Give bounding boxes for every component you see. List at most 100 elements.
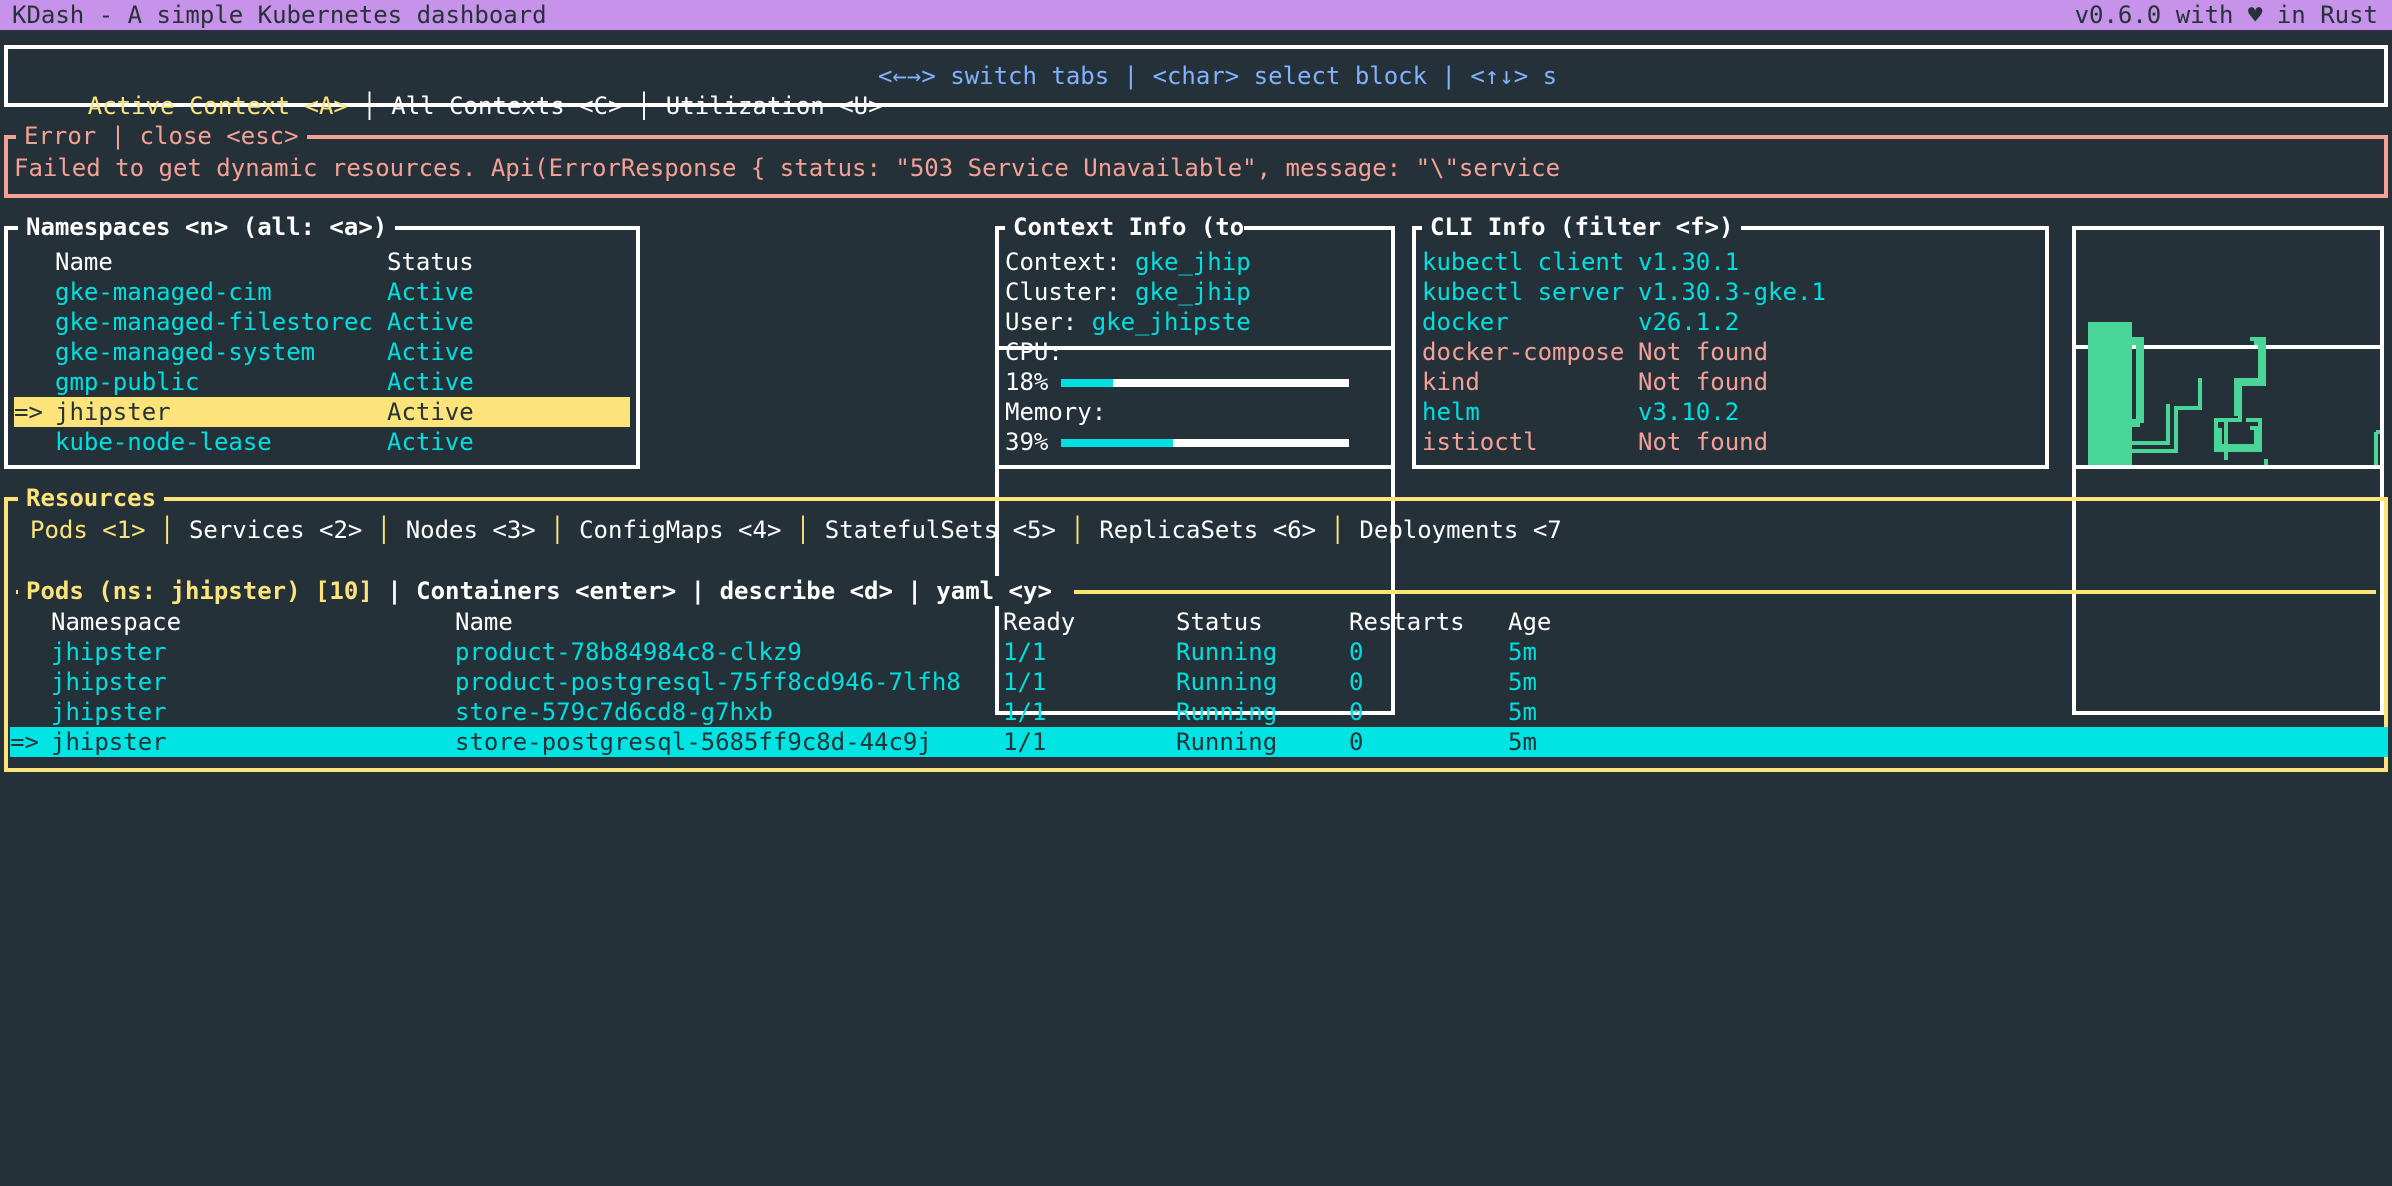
pods-header: Namespace Name Ready Status Restarts Age xyxy=(16,607,2376,637)
cli-version: v1.30.1 xyxy=(1638,248,1740,276)
context-info-box: Context Info (to Context: gke_jhip Clust… xyxy=(995,212,1395,469)
cli-row: kubectl server v1.30.3-gke.1 xyxy=(1416,277,2045,307)
pod-name: product-postgresql-75ff8cd946-7lfh8 xyxy=(455,668,961,696)
resources-box: Resources Pods <1> │ Services <2> │ Node… xyxy=(4,483,2388,772)
resources-title: Resources xyxy=(18,483,165,513)
cli-version: v3.10.2 xyxy=(1638,398,1740,426)
header-status: Status xyxy=(387,248,474,276)
error-box: Error | close <esc> Failed to get dynami… xyxy=(4,121,2388,198)
namespace-row[interactable]: gke-managed-cim Active xyxy=(8,277,636,307)
namespace-name: jhipster xyxy=(55,398,171,426)
pod-status: Running xyxy=(1176,638,1278,666)
pod-row[interactable]: jhipster store-579c7d6cd8-g7hxb 1/1 Runn… xyxy=(16,697,2376,727)
namespaces-header: Name Status xyxy=(8,247,636,277)
pods-title: Pods (ns: jhipster) [10] | Containers <e… xyxy=(18,576,1075,606)
namespaces-box[interactable]: Namespaces <n> (all: <a>) Name Status gk… xyxy=(4,212,640,469)
tab-nodes[interactable]: Nodes <3> xyxy=(406,516,536,544)
cli-row: istioctl Not found xyxy=(1416,427,2045,457)
header-namespace: Namespace xyxy=(51,608,182,636)
tab-separator: │ xyxy=(1330,516,1345,544)
tab-pods[interactable]: Pods <1> xyxy=(30,516,146,544)
header-name: Name xyxy=(55,248,113,276)
pods-title-main: Pods (ns: jhipster) [10] xyxy=(26,577,373,605)
namespace-status: Active xyxy=(387,308,474,336)
namespace-status: Active xyxy=(387,398,474,426)
tab-separator: │ xyxy=(550,516,565,544)
pod-name: product-78b84984c8-clkz9 xyxy=(455,638,802,666)
pod-age: 5m xyxy=(1508,698,1537,726)
header-age: Age xyxy=(1508,608,1552,636)
namespace-row[interactable]: gke-managed-filestorec Active xyxy=(8,307,636,337)
namespace-name: gke-managed-cim xyxy=(55,278,272,306)
namespace-name: gke-managed-system xyxy=(55,338,316,366)
pod-restarts: 0 xyxy=(1349,638,1364,666)
top-tabs-box: Active Context <A> │ All Contexts <C> │ … xyxy=(4,45,2388,120)
tab-configmaps[interactable]: ConfigMaps <4> xyxy=(579,516,781,544)
cli-info-title[interactable]: CLI Info (filter <f>) xyxy=(1422,212,1742,242)
tab-deployments[interactable]: Deployments <7 xyxy=(1359,516,1561,544)
pod-ready: 1/1 xyxy=(1003,638,1047,666)
cli-version: Not found xyxy=(1638,338,1769,366)
tab-separator: │ xyxy=(795,516,811,544)
cpu-gauge-fill xyxy=(1061,379,1113,387)
pods-title-actions[interactable]: | Containers <enter> | describe <d> | ya… xyxy=(373,577,1067,605)
logo-panel xyxy=(2072,226,2384,469)
user-value: gke_jhipste xyxy=(1091,308,1251,336)
tab-services[interactable]: Services <2> xyxy=(189,516,362,544)
pod-restarts: 0 xyxy=(1349,698,1364,726)
cli-name: istioctl xyxy=(1422,428,1538,456)
pod-age: 5m xyxy=(1508,668,1537,696)
context-value: gke_jhip xyxy=(1135,248,1251,276)
cli-row: kubectl client v1.30.1 xyxy=(1416,247,2045,277)
cli-name: helm xyxy=(1422,398,1480,426)
cli-version: Not found xyxy=(1638,368,1769,396)
memory-gauge xyxy=(1061,439,1349,447)
pod-row[interactable]: jhipster product-postgresql-75ff8cd946-7… xyxy=(16,667,2376,697)
cli-row: helm v3.10.2 xyxy=(1416,397,2045,427)
tab-separator: │ xyxy=(362,92,377,120)
pod-status: Running xyxy=(1176,668,1278,696)
namespaces-title[interactable]: Namespaces <n> (all: <a>) xyxy=(18,212,396,242)
namespace-row-selected[interactable]: => jhipster Active xyxy=(14,397,630,427)
pod-row[interactable]: jhipster product-78b84984c8-clkz9 1/1 Ru… xyxy=(16,637,2376,667)
pods-box[interactable]: Pods (ns: jhipster) [10] | Containers <e… xyxy=(10,576,2388,766)
error-title[interactable]: Error | close <esc> xyxy=(16,121,307,151)
namespace-status: Active xyxy=(387,338,474,366)
pod-namespace: jhipster xyxy=(51,728,167,756)
tab-separator: │ xyxy=(376,516,392,544)
namespace-row[interactable]: gmp-public Active xyxy=(8,367,636,397)
tab-statefulsets[interactable]: StatefulSets <5> xyxy=(825,516,1056,544)
app-title: KDash - A simple Kubernetes dashboard xyxy=(12,1,547,29)
pod-name: store-postgresql-5685ff9c8d-44c9j xyxy=(455,728,932,756)
cli-info-box[interactable]: CLI Info (filter <f>) kubectl client v1.… xyxy=(1412,212,2049,469)
app-version: v0.6.0 with ♥ in Rust xyxy=(2074,1,2378,29)
pod-restarts: 0 xyxy=(1349,728,1364,756)
tab-utilization[interactable]: Utilization <U> xyxy=(666,92,883,120)
cli-version: Not found xyxy=(1638,428,1769,456)
pod-ready: 1/1 xyxy=(1003,668,1047,696)
header-name: Name xyxy=(455,608,513,636)
tab-all-contexts[interactable]: All Contexts <C> xyxy=(391,92,622,120)
help-text: <←→> switch tabs | <char> select block |… xyxy=(878,62,1558,90)
tab-separator: │ xyxy=(1070,516,1085,544)
cli-name: kubectl server xyxy=(1422,278,1625,306)
tab-replicasets[interactable]: ReplicaSets <6> xyxy=(1099,516,1316,544)
namespace-row[interactable]: kube-node-lease Active xyxy=(8,427,636,457)
cpu-label: CPU: xyxy=(1005,338,1063,366)
namespace-status: Active xyxy=(387,368,474,396)
cpu-gauge xyxy=(1061,379,1349,387)
cluster-value: gke_jhip xyxy=(1135,278,1251,306)
pod-restarts: 0 xyxy=(1349,668,1364,696)
pod-row-selected[interactable]: => jhipster store-postgresql-5685ff9c8d-… xyxy=(10,727,2388,757)
cluster-line: Cluster: gke_jhip xyxy=(1005,277,1385,307)
context-info-title: Context Info (to xyxy=(1005,212,1245,242)
cli-name: docker xyxy=(1422,308,1509,336)
namespace-row[interactable]: gke-managed-system Active xyxy=(8,337,636,367)
resource-tabs: Pods <1> │ Services <2> │ Nodes <3> │ Co… xyxy=(30,515,1562,545)
kdash-logo-icon xyxy=(2088,322,2380,465)
selected-marker: => xyxy=(14,398,43,426)
tab-separator: │ xyxy=(160,516,175,544)
memory-label: Memory: xyxy=(1005,398,1107,426)
tab-active-context[interactable]: Active Context <A> xyxy=(88,92,348,120)
user-line: User: gke_jhipste xyxy=(1005,307,1385,337)
